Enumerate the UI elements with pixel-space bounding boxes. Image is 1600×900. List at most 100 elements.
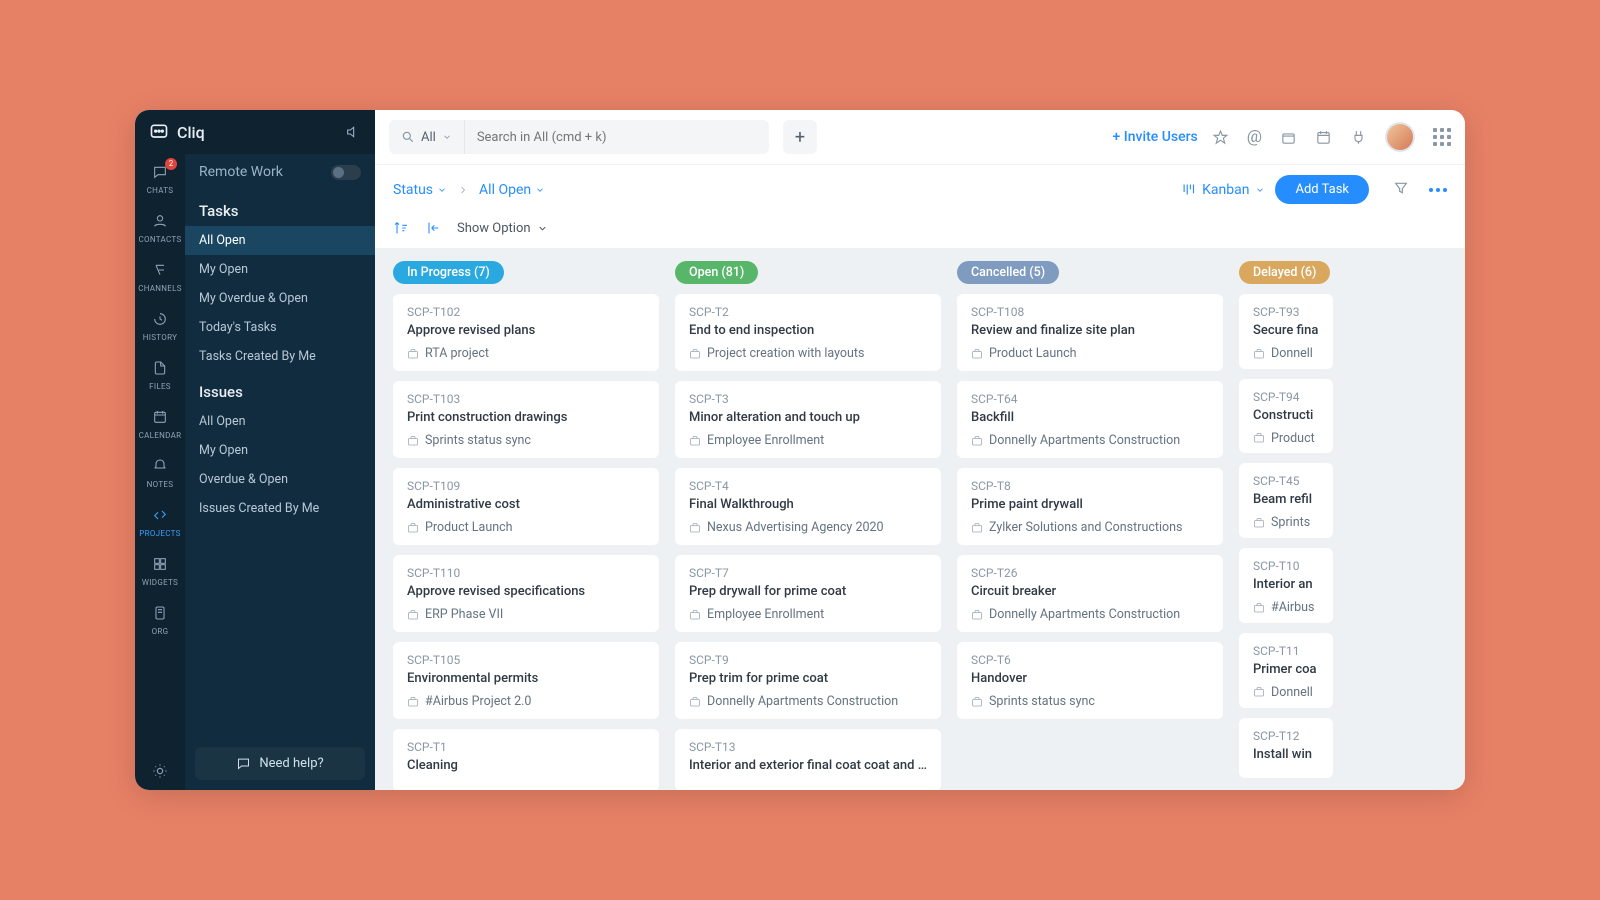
invite-users-link[interactable]: + Invite Users bbox=[1113, 129, 1198, 145]
plug-icon[interactable] bbox=[1350, 129, 1367, 146]
column-header-pill[interactable]: In Progress (7) bbox=[393, 261, 504, 284]
task-card[interactable]: SCP-T3Minor alteration and touch upEmplo… bbox=[675, 381, 941, 458]
task-title: Review and finalize site plan bbox=[971, 323, 1209, 338]
task-card[interactable]: SCP-T64BackfillDonnelly Apartments Const… bbox=[957, 381, 1223, 458]
task-card[interactable]: SCP-T11Primer coaDonnell bbox=[1239, 633, 1333, 708]
rail-item-org[interactable]: ORG bbox=[135, 595, 185, 644]
briefcase-icon bbox=[1253, 686, 1265, 698]
task-card[interactable]: SCP-T8Prime paint drywallZylker Solution… bbox=[957, 468, 1223, 545]
task-project: #Airbus Project 2.0 bbox=[407, 694, 645, 709]
rail-label: CALENDAR bbox=[135, 431, 185, 440]
task-project: ERP Phase VII bbox=[407, 607, 645, 622]
task-card[interactable]: SCP-T4Final WalkthroughNexus Advertising… bbox=[675, 468, 941, 545]
sidebar-item-issues-3[interactable]: Issues Created By Me bbox=[185, 494, 375, 523]
new-button[interactable]: + bbox=[783, 120, 817, 154]
caret-down-icon bbox=[1255, 185, 1265, 195]
task-card[interactable]: SCP-T45Beam refilSprints bbox=[1239, 463, 1333, 538]
collapse-icon[interactable] bbox=[425, 220, 441, 236]
task-card[interactable]: SCP-T12Install win bbox=[1239, 718, 1333, 778]
task-card[interactable]: SCP-T7Prep drywall for prime coatEmploye… bbox=[675, 555, 941, 632]
task-card[interactable]: SCP-T103Print construction drawingsSprin… bbox=[393, 381, 659, 458]
task-card[interactable]: SCP-T13Interior and exterior final coat … bbox=[675, 729, 941, 790]
sidebar-item-issues-1[interactable]: My Open bbox=[185, 436, 375, 465]
kanban-board: In Progress (7) SCP-T102Approve revised p… bbox=[375, 249, 1465, 790]
rail-item-notes[interactable]: NOTES bbox=[135, 448, 185, 497]
search-input[interactable] bbox=[465, 130, 769, 145]
task-card[interactable]: SCP-T93Secure finaDonnell bbox=[1239, 294, 1333, 369]
task-card[interactable]: SCP-T9Prep trim for prime coatDonnelly A… bbox=[675, 642, 941, 719]
rail-item-files[interactable]: FILES bbox=[135, 350, 185, 399]
rail-item-history[interactable]: HISTORY bbox=[135, 301, 185, 350]
show-option-label: Show Option bbox=[457, 221, 531, 236]
nav-rail: CHATS2CONTACTSCHANNELSHISTORYFILES CALEND… bbox=[135, 154, 185, 790]
briefcase-icon bbox=[689, 522, 701, 534]
briefcase-icon bbox=[689, 348, 701, 360]
show-option-button[interactable]: Show Option bbox=[457, 221, 548, 236]
task-id: SCP-T13 bbox=[689, 740, 927, 754]
sidebar-item-issues-0[interactable]: All Open bbox=[185, 407, 375, 436]
apps-grid-icon[interactable] bbox=[1433, 128, 1451, 146]
task-id: SCP-T108 bbox=[971, 305, 1209, 319]
more-menu[interactable] bbox=[1429, 188, 1447, 192]
star-icon[interactable] bbox=[1212, 129, 1229, 146]
breadcrumb-allopen[interactable]: All Open bbox=[479, 182, 545, 198]
task-title: Approve revised plans bbox=[407, 323, 645, 338]
briefcase-icon bbox=[407, 435, 419, 447]
rail-label: WIDGETS bbox=[135, 578, 185, 587]
sort-icon[interactable] bbox=[393, 220, 409, 236]
task-card[interactable]: SCP-T2End to end inspectionProject creat… bbox=[675, 294, 941, 371]
task-id: SCP-T110 bbox=[407, 566, 645, 580]
task-title: Minor alteration and touch up bbox=[689, 410, 927, 425]
task-card[interactable]: SCP-T108Review and finalize site planPro… bbox=[957, 294, 1223, 371]
sidebar-item-tasks-4[interactable]: Tasks Created By Me bbox=[185, 342, 375, 371]
briefcase-icon bbox=[1253, 517, 1265, 529]
breadcrumb-status[interactable]: Status bbox=[393, 182, 447, 198]
column-header-pill[interactable]: Delayed (6) bbox=[1239, 261, 1330, 284]
task-card[interactable]: SCP-T26Circuit breakerDonnelly Apartment… bbox=[957, 555, 1223, 632]
rail-item-chats[interactable]: CHATS2 bbox=[135, 154, 185, 203]
task-card[interactable]: SCP-T105Environmental permits#Airbus Pro… bbox=[393, 642, 659, 719]
sidebar-item-tasks-2[interactable]: My Overdue & Open bbox=[185, 284, 375, 313]
task-card[interactable]: SCP-T110Approve revised specificationsER… bbox=[393, 555, 659, 632]
remote-toggle[interactable] bbox=[331, 165, 361, 180]
rail-item-calendar[interactable]: CALENDAR bbox=[135, 399, 185, 448]
rail-item-contacts[interactable]: CONTACTS bbox=[135, 203, 185, 252]
task-project: Zylker Solutions and Constructions bbox=[971, 520, 1209, 535]
view-kanban-button[interactable]: Kanban bbox=[1181, 182, 1265, 198]
sidebar-item-tasks-0[interactable]: All Open bbox=[185, 226, 375, 255]
help-button[interactable]: Need help? bbox=[195, 747, 365, 780]
task-card[interactable]: SCP-T94ConstructiProduct bbox=[1239, 379, 1333, 454]
task-id: SCP-T8 bbox=[971, 479, 1209, 493]
add-task-button[interactable]: Add Task bbox=[1275, 175, 1369, 204]
breadcrumb-row: Status All Open Kanban Add Task bbox=[375, 165, 1465, 214]
task-card[interactable]: SCP-T102Approve revised plansRTA project bbox=[393, 294, 659, 371]
calendar-icon[interactable] bbox=[1315, 129, 1332, 146]
task-card[interactable]: SCP-T10Interior an#Airbus bbox=[1239, 548, 1333, 623]
speaker-icon[interactable] bbox=[345, 124, 361, 140]
rail-item-widgets[interactable]: WIDGETS bbox=[135, 546, 185, 595]
mention-icon[interactable]: @ bbox=[1247, 127, 1262, 147]
rail-item-projects[interactable]: PROJECTS bbox=[135, 497, 185, 546]
sidebar-item-tasks-3[interactable]: Today's Tasks bbox=[185, 313, 375, 342]
task-card[interactable]: SCP-T109Administrative costProduct Launc… bbox=[393, 468, 659, 545]
briefcase-icon bbox=[1253, 348, 1265, 360]
task-project: Donnell bbox=[1253, 346, 1319, 361]
filter-button[interactable] bbox=[1393, 180, 1409, 200]
column-header-pill[interactable]: Open (81) bbox=[675, 261, 758, 284]
sidebar-item-tasks-1[interactable]: My Open bbox=[185, 255, 375, 284]
rail-item-channels[interactable]: CHANNELS bbox=[135, 252, 185, 301]
theme-toggle[interactable] bbox=[135, 753, 185, 790]
sidebar-item-issues-2[interactable]: Overdue & Open bbox=[185, 465, 375, 494]
column-header-pill[interactable]: Cancelled (5) bbox=[957, 261, 1059, 284]
caret-down-icon bbox=[535, 185, 545, 195]
task-project: Nexus Advertising Agency 2020 bbox=[689, 520, 927, 535]
topbar: All + + Invite Users @ bbox=[375, 110, 1465, 165]
task-card[interactable]: SCP-T1Cleaning bbox=[393, 729, 659, 790]
box-icon[interactable] bbox=[1280, 129, 1297, 146]
rail-icon bbox=[152, 213, 168, 229]
task-title: Print construction drawings bbox=[407, 410, 645, 425]
avatar[interactable] bbox=[1385, 122, 1415, 152]
search-scope-button[interactable]: All bbox=[389, 120, 465, 154]
chevron-down-icon bbox=[442, 132, 452, 142]
task-card[interactable]: SCP-T6HandoverSprints status sync bbox=[957, 642, 1223, 719]
